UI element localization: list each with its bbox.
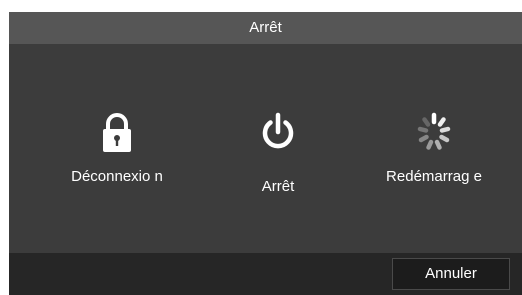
restart-label: Redémarrag e	[386, 168, 482, 185]
cancel-button[interactable]: Annuler	[392, 258, 510, 290]
shutdown-dialog: Arrêt Déconnexio n Arrêt Redémarrag e An…	[9, 12, 522, 295]
shutdown-option[interactable]: Arrêt	[208, 110, 348, 195]
logout-option[interactable]: Déconnexio n	[47, 110, 187, 185]
power-icon	[256, 110, 300, 154]
dialog-title: Arrêt	[9, 12, 522, 44]
restart-option[interactable]: Redémarrag e	[364, 110, 504, 185]
dialog-body: Déconnexio n Arrêt Redémarrag e	[9, 44, 522, 253]
logout-label: Déconnexio n	[71, 168, 163, 185]
lock-icon	[95, 110, 139, 154]
dialog-footer: Annuler	[9, 253, 522, 295]
shutdown-label: Arrêt	[261, 178, 295, 195]
spinner-icon	[412, 110, 456, 154]
